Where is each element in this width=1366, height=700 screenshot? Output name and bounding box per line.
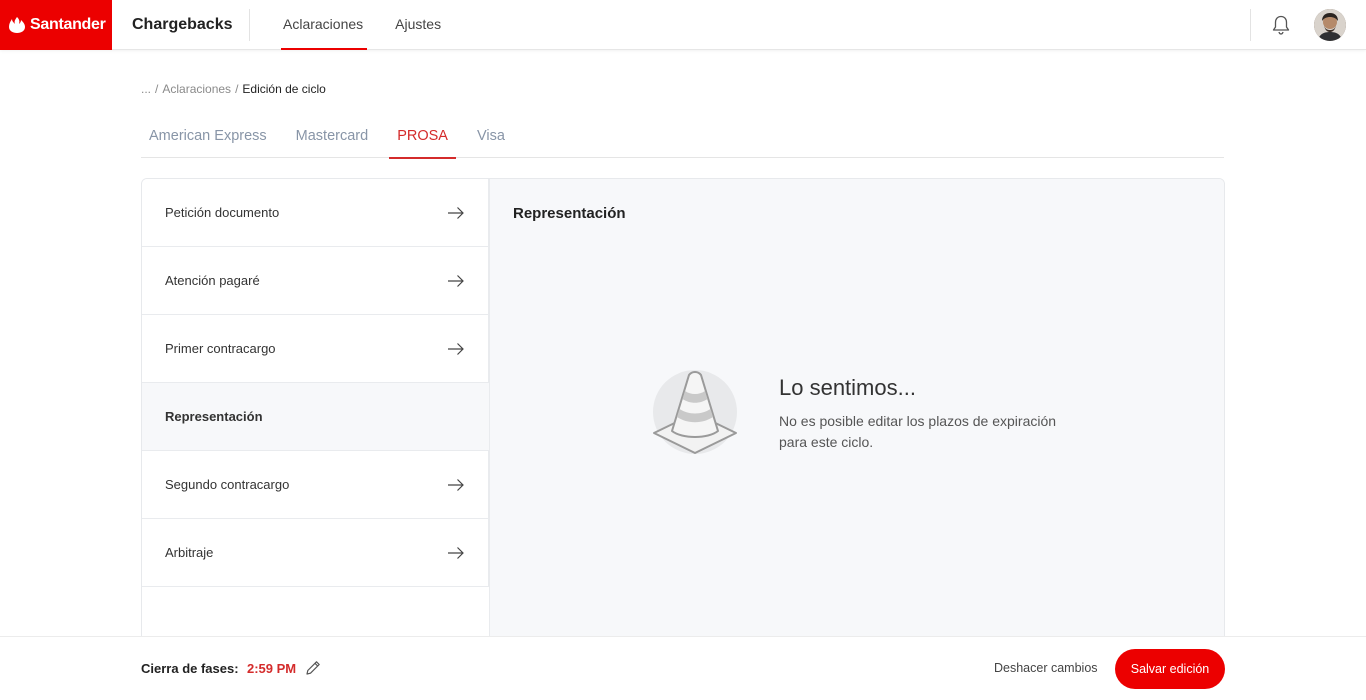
phase-item-atencion-pagare[interactable]: Atención pagaré xyxy=(142,247,489,315)
breadcrumb-separator: / xyxy=(155,82,159,96)
brand-name: Santander xyxy=(30,16,106,33)
phase-item-label: Atención pagaré xyxy=(165,273,260,288)
phase-item-label: Segundo contracargo xyxy=(165,477,290,492)
phase-item-label: Representación xyxy=(165,409,263,424)
footer-bar: Cierra de fases: 2:59 PM Deshacer cambio… xyxy=(0,636,1366,700)
phase-item-primer-contracargo[interactable]: Primer contracargo xyxy=(142,315,489,383)
breadcrumb-ellipsis[interactable]: ... xyxy=(141,82,151,96)
brand-logo[interactable]: Santander xyxy=(0,0,112,50)
tab-american-express[interactable]: American Express xyxy=(141,116,275,158)
phase-item-label: Petición documento xyxy=(165,205,280,220)
arrow-right-icon xyxy=(448,546,464,559)
pencil-icon[interactable] xyxy=(304,659,322,677)
app-title: Chargebacks xyxy=(132,16,233,33)
header-divider xyxy=(249,9,250,41)
breadcrumb-current: Edición de ciclo xyxy=(242,82,326,96)
traffic-cone-icon xyxy=(653,370,737,454)
avatar[interactable] xyxy=(1314,9,1346,41)
header-divider-right xyxy=(1250,9,1251,41)
tab-visa[interactable]: Visa xyxy=(469,116,513,158)
phase-close-label: Cierra de fases: xyxy=(141,661,239,676)
tab-prosa[interactable]: PROSA xyxy=(389,116,456,159)
card-network-tabs: American Express Mastercard PROSA Visa xyxy=(141,116,1224,159)
arrow-right-icon xyxy=(448,206,464,219)
phase-item-arbitraje[interactable]: Arbitraje xyxy=(142,519,489,587)
tab-mastercard[interactable]: Mastercard xyxy=(288,116,377,158)
undo-changes-button[interactable]: Deshacer cambios xyxy=(994,661,1098,675)
phase-item-representacion[interactable]: Representación xyxy=(142,383,489,451)
empty-state: Lo sentimos... No es posible editar los … xyxy=(650,365,1090,461)
nav-item-aclaraciones[interactable]: Aclaraciones xyxy=(280,0,368,50)
phase-item-peticion-documento[interactable]: Petición documento xyxy=(142,179,489,247)
breadcrumb: ... / Aclaraciones / Edición de ciclo xyxy=(141,82,326,96)
main-nav: Aclaraciones Ajustes xyxy=(280,0,473,50)
breadcrumb-separator: / xyxy=(235,82,239,96)
phase-content: Representación Lo sentimos... No es posi… xyxy=(489,179,1224,647)
save-edit-button[interactable]: Salvar edición xyxy=(1115,649,1225,689)
phase-item-segundo-contracargo[interactable]: Segundo contracargo xyxy=(142,451,489,519)
flame-icon xyxy=(9,17,25,33)
cycle-panel: Petición documento Atención pagaré Prime… xyxy=(141,178,1225,648)
phase-close-time: 2:59 PM xyxy=(247,661,297,676)
empty-state-title: Lo sentimos... xyxy=(779,375,916,400)
avatar-image xyxy=(1314,9,1346,41)
content-title: Representación xyxy=(513,205,626,222)
bell-icon[interactable] xyxy=(1270,14,1292,36)
arrow-right-icon xyxy=(448,342,464,355)
phase-item-label: Primer contracargo xyxy=(165,341,276,356)
arrow-right-icon xyxy=(448,478,464,491)
breadcrumb-parent[interactable]: Aclaraciones xyxy=(162,82,231,96)
phase-list: Petición documento Atención pagaré Prime… xyxy=(142,179,489,647)
phase-item-label: Arbitraje xyxy=(165,545,214,560)
top-bar: Santander Chargebacks Aclaraciones Ajust… xyxy=(0,0,1366,50)
empty-state-description: No es posible editar los plazos de expir… xyxy=(779,413,1057,450)
nav-item-ajustes[interactable]: Ajustes xyxy=(395,0,441,50)
arrow-right-icon xyxy=(448,274,464,287)
